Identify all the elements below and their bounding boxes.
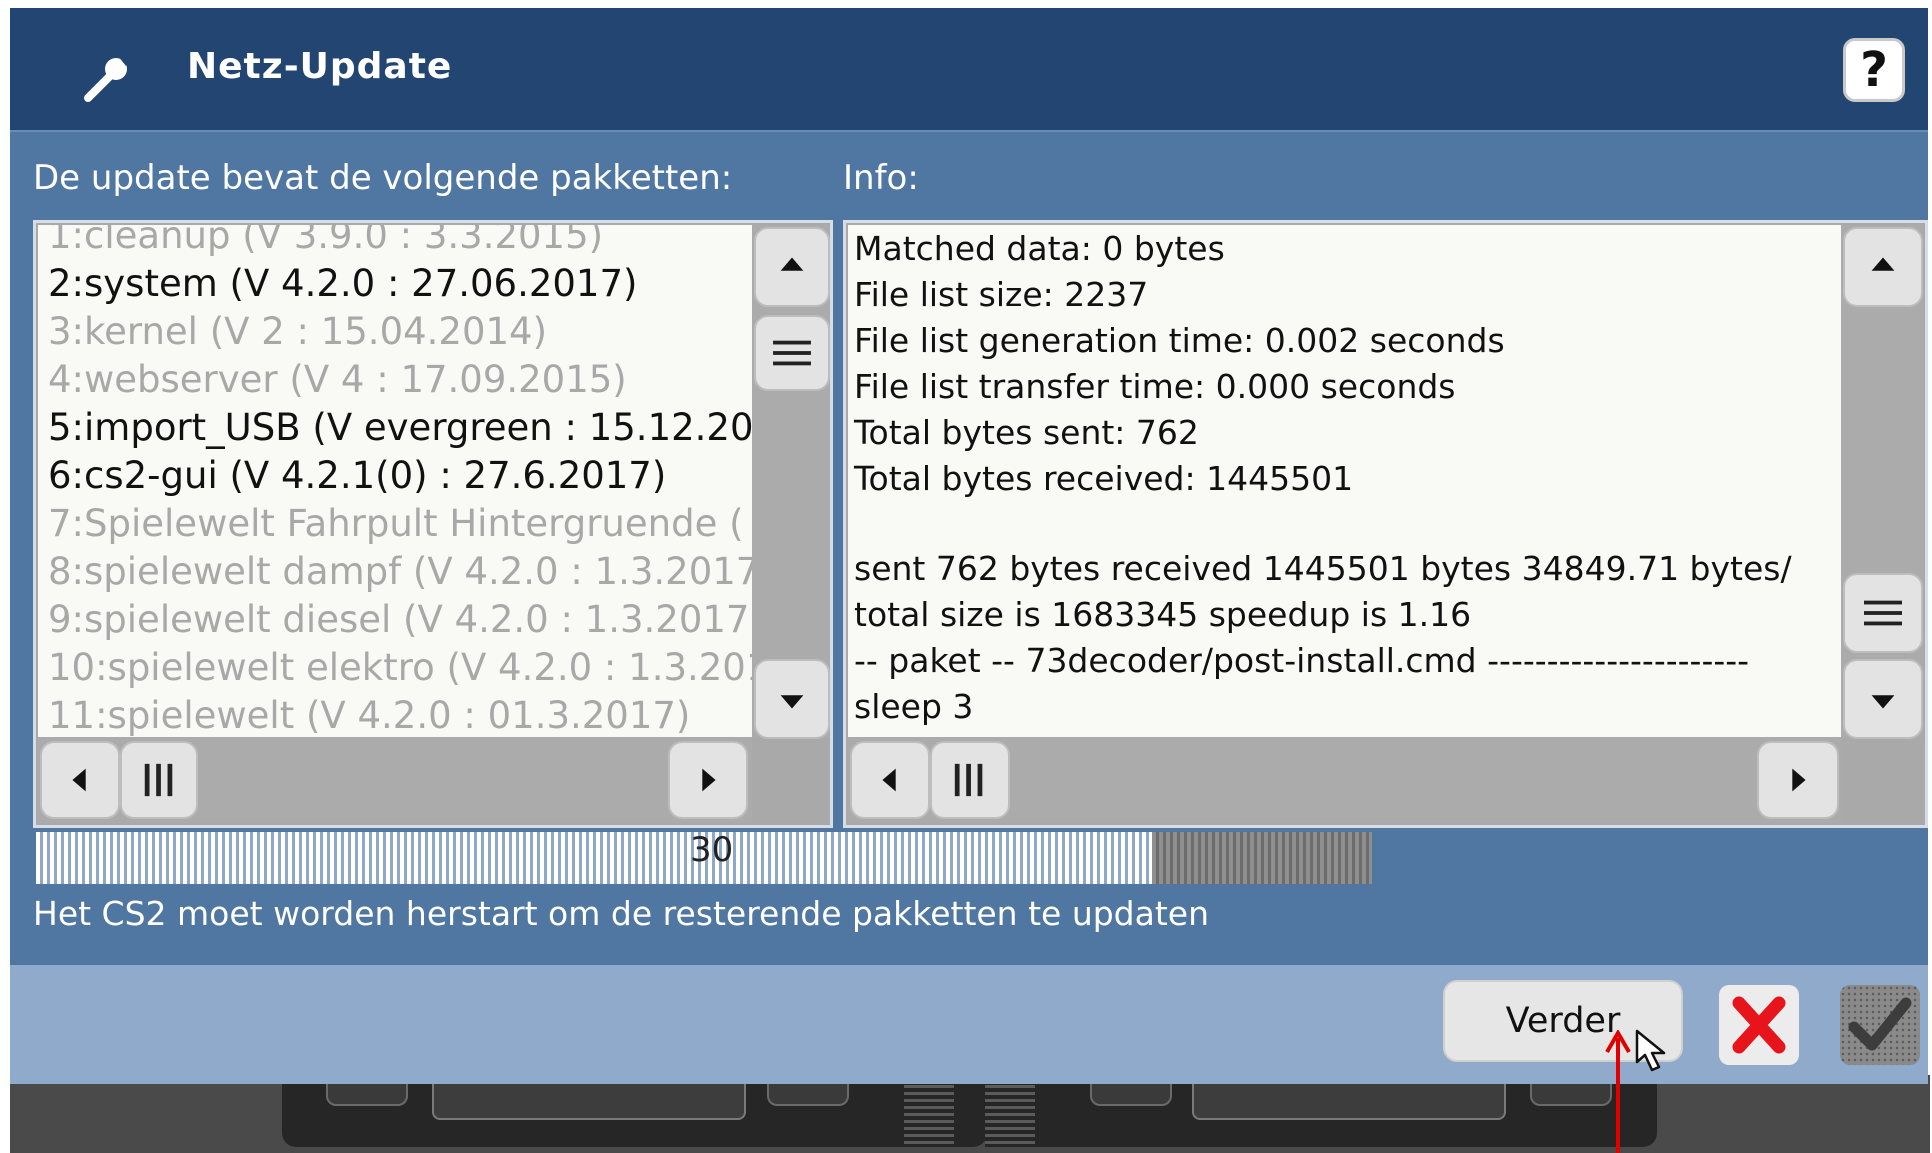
annotation-red-arrow — [1605, 1030, 1631, 1153]
info-text-area[interactable]: Matched data: 0 bytes File list size: 22… — [848, 225, 1841, 737]
arrow-down-icon — [1871, 695, 1895, 709]
list-item[interactable]: 1:cleanup (V 3.9.0 : 3.3.2015) — [48, 225, 603, 260]
packages-scroll-right-button[interactable] — [668, 741, 748, 819]
info-line: sent 762 bytes received 1445501 bytes 34… — [854, 549, 1792, 588]
list-item[interactable]: 9:spielewelt diesel (V 4.2.0 : 1.3.2017) — [48, 596, 752, 644]
arrow-right-icon — [1792, 768, 1806, 792]
packages-scroll-left-button[interactable] — [40, 741, 120, 819]
list-item[interactable]: 5:import_USB (V evergreen : 15.12.2015) — [48, 404, 752, 452]
info-line: -- paket -- 73decoder/post-install.cmd -… — [854, 641, 1750, 680]
drag-handle-icon — [773, 340, 811, 366]
packages-list-box: 1:cleanup (V 3.9.0 : 3.3.2015) 2:system … — [33, 220, 833, 828]
info-scroll-right-button[interactable] — [1757, 741, 1839, 819]
info-line: Matched data: 0 bytes — [854, 229, 1225, 268]
list-item[interactable]: 8:spielewelt dampf (V 4.2.0 : 1.3.2017) — [48, 548, 752, 596]
confirm-button[interactable] — [1840, 985, 1920, 1065]
title-bar: Netz-Update ? — [10, 8, 1928, 132]
info-scroll-down-button[interactable] — [1843, 659, 1923, 739]
help-icon: ? — [1860, 42, 1888, 98]
mouse-pointer-icon — [1635, 1029, 1666, 1072]
info-line: sleep 3 — [854, 687, 974, 726]
info-box: Matched data: 0 bytes File list size: 22… — [843, 220, 1928, 828]
info-scroll-thumb[interactable] — [1843, 573, 1923, 653]
packages-horizontal-thumb[interactable] — [120, 741, 198, 819]
info-line: total size is 1683345 speedup is 1.16 — [854, 595, 1472, 634]
progress-fill — [36, 832, 1152, 884]
background-left-track — [432, 1078, 746, 1120]
background-grip-left — [904, 1085, 954, 1147]
list-item[interactable]: 10:spielewelt elektro (V 4.2.0 : 1.3.201… — [48, 644, 752, 692]
list-item[interactable]: 6:cs2-gui (V 4.2.1(0) : 27.6.2017) — [48, 452, 666, 500]
dialog-title: Netz-Update — [187, 46, 453, 87]
arrow-right-icon — [702, 768, 716, 792]
info-horizontal-thumb[interactable] — [930, 741, 1010, 819]
cancel-button[interactable] — [1719, 985, 1799, 1065]
progress-bar: 30 — [36, 832, 1372, 884]
checkmark-icon — [1848, 997, 1912, 1051]
grip-icon — [954, 763, 983, 797]
wrench-icon — [84, 52, 130, 102]
status-message: Het CS2 moet worden herstart om de reste… — [33, 894, 1210, 933]
packages-label: De update bevat de volgende pakketten: — [33, 158, 733, 198]
drag-handle-icon — [1864, 600, 1902, 626]
info-line: Total bytes received: 1445501 — [854, 459, 1354, 498]
netz-update-dialog: Netz-Update ? De update bevat de volgend… — [10, 8, 1928, 1084]
background-grip-right — [985, 1085, 1035, 1147]
arrow-left-icon — [882, 768, 896, 792]
grip-icon — [144, 763, 173, 797]
arrow-down-icon — [780, 695, 804, 709]
info-line: File list transfer time: 0.000 seconds — [854, 367, 1456, 406]
progress-remaining — [1152, 832, 1372, 884]
list-item[interactable]: 4:webserver (V 4 : 17.09.2015) — [48, 356, 627, 404]
arrow-up-icon — [780, 257, 804, 271]
packages-scroll-down-button[interactable] — [754, 659, 830, 739]
list-item[interactable]: 7:Spielewelt Fahrpult Hintergruende ( — [48, 500, 744, 548]
progress-value: 30 — [690, 832, 734, 870]
cancel-x-icon — [1732, 996, 1786, 1054]
list-item[interactable]: 3:kernel (V 2 : 15.04.2014) — [48, 308, 547, 356]
info-scroll-left-button[interactable] — [850, 741, 930, 819]
packages-scroll-thumb[interactable] — [754, 315, 830, 391]
info-line: File list size: 2237 — [854, 275, 1149, 314]
info-scroll-up-button[interactable] — [1843, 227, 1923, 307]
packages-scroll-up-button[interactable] — [754, 227, 830, 307]
list-item[interactable]: 2:system (V 4.2.0 : 27.06.2017) — [48, 260, 637, 308]
arrow-left-icon — [72, 768, 86, 792]
arrow-up-icon — [1871, 257, 1895, 271]
info-line: Total bytes sent: 762 — [854, 413, 1199, 452]
help-button[interactable]: ? — [1843, 38, 1905, 102]
info-line: File list generation time: 0.002 seconds — [854, 321, 1505, 360]
background-right-track — [1192, 1078, 1506, 1120]
info-label: Info: — [843, 158, 919, 198]
list-item[interactable]: 11:spielewelt (V 4.2.0 : 01.3.2017) — [48, 692, 690, 737]
packages-list[interactable]: 1:cleanup (V 3.9.0 : 3.3.2015) 2:system … — [38, 225, 752, 737]
